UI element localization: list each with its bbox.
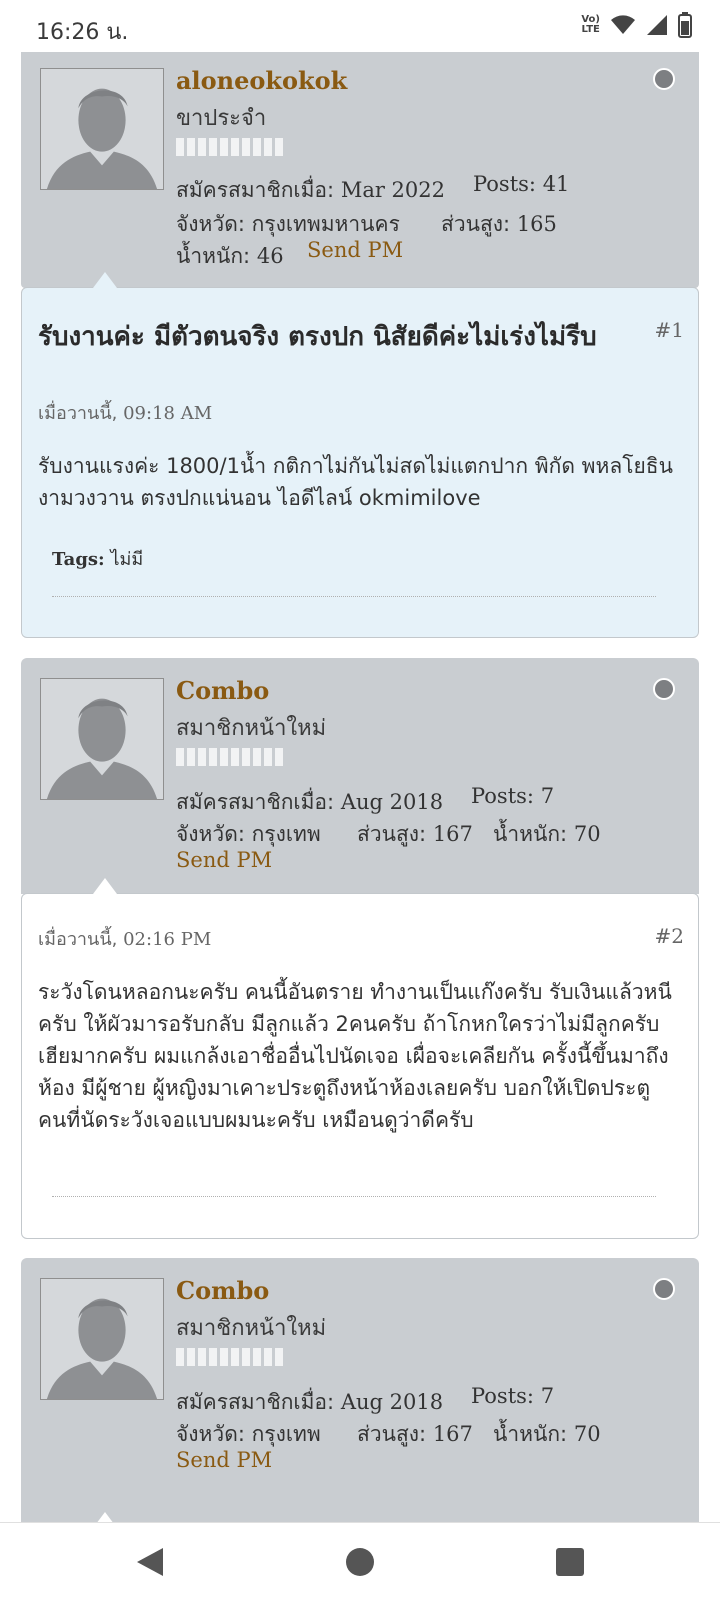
user-title: ขาประจำ — [176, 106, 267, 131]
post-number-link[interactable]: #1 — [655, 318, 684, 342]
weight: น้ำหนัก: 70 — [493, 1422, 601, 1446]
user-title: สมาชิกหน้าใหม่ — [176, 716, 327, 741]
avatar[interactable] — [40, 1278, 164, 1400]
battery-icon — [678, 12, 692, 38]
post-2-body: เมื่อวานนี้, 02:16 PM #2 ระวังโดนหลอกนะค… — [21, 893, 699, 1239]
wifi-icon — [611, 15, 635, 34]
post-1-body: รับงานค่ะ มีตัวตนจริง ตรงปก นิสัยดีค่ะไม… — [21, 287, 699, 638]
post-date: เมื่อวานนี้, 02:16 PM — [38, 929, 212, 950]
weight: น้ำหนัก: 46 — [176, 244, 284, 268]
post-2-userinfo: Combo สมาชิกหน้าใหม่ สมัครสมาชิกเมื่อ: A… — [21, 658, 699, 894]
speech-notch — [93, 272, 117, 288]
post-count: Posts: 7 — [471, 1384, 555, 1408]
height: ส่วนสูง: 167 — [357, 1422, 473, 1446]
avatar[interactable] — [40, 68, 164, 190]
joined-date: สมัครสมาชิกเมื่อ: Aug 2018 — [176, 1390, 444, 1414]
height: ส่วนสูง: 167 — [357, 822, 473, 846]
joined-date: สมัครสมาชิกเมื่อ: Mar 2022 — [176, 178, 445, 202]
send-pm-link[interactable]: Send PM — [176, 848, 272, 872]
offline-status-icon — [653, 678, 675, 700]
reputation-bar — [176, 748, 283, 766]
weight: น้ำหนัก: 70 — [493, 822, 601, 846]
post-count: Posts: 41 — [473, 172, 570, 196]
status-icons: Vo) LTE — [581, 12, 692, 38]
post-3-userinfo: Combo สมาชิกหน้าใหม่ สมัครสมาชิกเมื่อ: A… — [21, 1258, 699, 1522]
back-icon[interactable] — [133, 1545, 167, 1579]
post-1-userinfo: aloneokokok ขาประจำ สมัครสมาชิกเมื่อ: Ma… — [21, 52, 699, 288]
post-number-link[interactable]: #2 — [655, 924, 684, 948]
joined-date: สมัครสมาชิกเมื่อ: Aug 2018 — [176, 790, 444, 814]
divider — [52, 1196, 656, 1197]
status-bar: 16:26 น. Vo) LTE — [0, 0, 720, 52]
avatar[interactable] — [40, 678, 164, 800]
recents-icon[interactable] — [553, 1545, 587, 1579]
post-1: aloneokokok ขาประจำ สมัครสมาชิกเมื่อ: Ma… — [21, 52, 699, 652]
status-time: 16:26 น. — [36, 20, 129, 45]
volte-icon: Vo) LTE — [581, 14, 600, 35]
navigation-bar — [0, 1522, 720, 1600]
post-tags: Tags: ไม่มี — [52, 549, 144, 570]
send-pm-link[interactable]: Send PM — [307, 238, 403, 262]
post-text: รับงานแรงค่ะ 1800/1น้ำ กติกาไม่กันไม่สดไ… — [38, 454, 673, 510]
username-link[interactable]: aloneokokok — [176, 66, 347, 95]
signal-icon — [647, 15, 667, 35]
home-icon[interactable] — [343, 1545, 377, 1579]
post-3: Combo สมาชิกหน้าใหม่ สมัครสมาชิกเมื่อ: A… — [21, 1258, 699, 1522]
divider — [52, 596, 656, 597]
post-date: เมื่อวานนี้, 09:18 AM — [38, 403, 213, 424]
user-title: สมาชิกหน้าใหม่ — [176, 1316, 327, 1341]
reputation-bar — [176, 138, 283, 156]
height: ส่วนสูง: 165 — [441, 212, 557, 236]
offline-status-icon — [653, 68, 675, 90]
offline-status-icon — [653, 1278, 675, 1300]
speech-notch — [93, 1512, 117, 1522]
province: จังหวัด: กรุงเทพมหานคร — [176, 212, 400, 236]
province: จังหวัด: กรุงเทพ — [176, 1422, 321, 1446]
thread-content[interactable]: aloneokokok ขาประจำ สมัครสมาชิกเมื่อ: Ma… — [0, 52, 720, 1522]
province: จังหวัด: กรุงเทพ — [176, 822, 321, 846]
username-link[interactable]: Combo — [176, 1276, 269, 1305]
post-count: Posts: 7 — [471, 784, 555, 808]
post-text: ระวังโดนหลอกนะครับ คนนี้อันตราย ทำงานเป็… — [38, 980, 672, 1132]
post-2: Combo สมาชิกหน้าใหม่ สมัครสมาชิกเมื่อ: A… — [21, 658, 699, 1239]
send-pm-link[interactable]: Send PM — [176, 1448, 272, 1472]
post-title: รับงานค่ะ มีตัวตนจริง ตรงปก นิสัยดีค่ะไม… — [38, 322, 597, 352]
reputation-bar — [176, 1348, 283, 1366]
username-link[interactable]: Combo — [176, 676, 269, 705]
speech-notch — [93, 878, 117, 894]
